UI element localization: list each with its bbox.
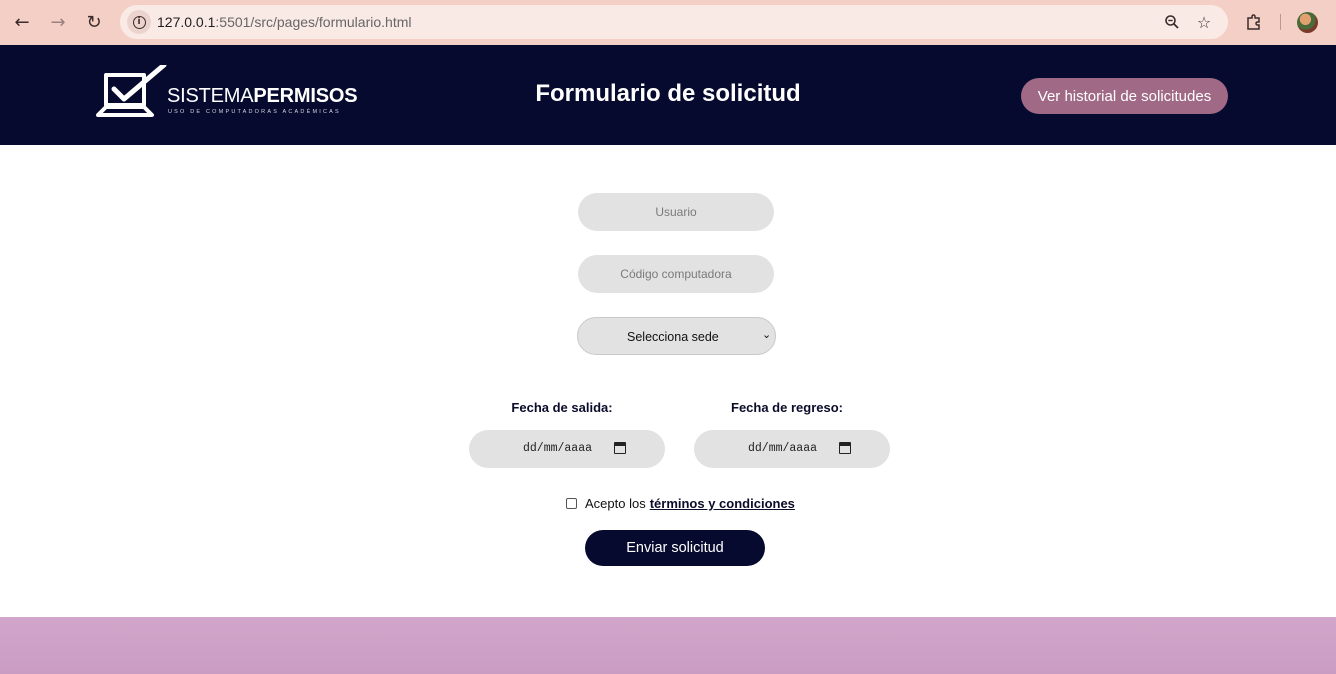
computer-code-input[interactable]: Código computadora bbox=[578, 255, 774, 293]
site-info-icon[interactable]: i bbox=[127, 10, 151, 34]
departure-date-label: Fecha de salida: bbox=[511, 400, 613, 415]
forward-icon[interactable]: → bbox=[45, 9, 71, 35]
site-select-value: Selecciona sede bbox=[627, 330, 719, 344]
star-icon[interactable]: ☆ bbox=[1193, 11, 1215, 33]
site-select[interactable]: Selecciona sede ⌄ bbox=[577, 317, 776, 355]
puzzle-icon[interactable] bbox=[1242, 10, 1266, 34]
return-date-label: Fecha de regreso: bbox=[731, 400, 843, 415]
return-date-input[interactable]: dd/mm/aaaa bbox=[694, 430, 890, 468]
url-text[interactable]: 127.0.0.1:5501/src/pages/formulario.html bbox=[157, 14, 411, 30]
terms-checkbox[interactable] bbox=[566, 498, 577, 509]
date-placeholder: dd/mm/aaaa bbox=[523, 442, 593, 455]
submit-request-button[interactable]: Enviar solicitud bbox=[585, 530, 765, 566]
zoom-icon[interactable] bbox=[1161, 11, 1183, 33]
toolbar-divider bbox=[1280, 14, 1281, 30]
reload-icon[interactable]: ↻ bbox=[81, 9, 107, 35]
browser-toolbar: ← → ↻ i 127.0.0.1:5501/src/pages/formula… bbox=[0, 0, 1336, 45]
terms-row: Acepto los términos y condiciones bbox=[566, 496, 795, 511]
terms-prefix: Acepto los bbox=[585, 496, 646, 511]
departure-date-input[interactable]: dd/mm/aaaa bbox=[469, 430, 665, 468]
date-placeholder: dd/mm/aaaa bbox=[748, 442, 818, 455]
chevron-down-icon: ⌄ bbox=[762, 328, 772, 341]
logo-tagline: USO DE COMPUTADORAS ACADÉMICAS bbox=[168, 109, 341, 115]
view-history-button[interactable]: Ver historial de solicitudes bbox=[1021, 78, 1228, 114]
site-header: SISTEMAPERMISOS USO DE COMPUTADORAS ACAD… bbox=[0, 45, 1336, 145]
page-footer bbox=[0, 617, 1336, 674]
terms-link[interactable]: términos y condiciones bbox=[650, 496, 795, 511]
address-bar[interactable]: i 127.0.0.1:5501/src/pages/formulario.ht… bbox=[120, 5, 1228, 39]
calendar-icon[interactable] bbox=[614, 442, 626, 454]
back-icon[interactable]: ← bbox=[9, 9, 35, 35]
profile-avatar[interactable] bbox=[1297, 12, 1318, 33]
calendar-icon[interactable] bbox=[839, 442, 851, 454]
user-input[interactable]: Usuario bbox=[578, 193, 774, 231]
